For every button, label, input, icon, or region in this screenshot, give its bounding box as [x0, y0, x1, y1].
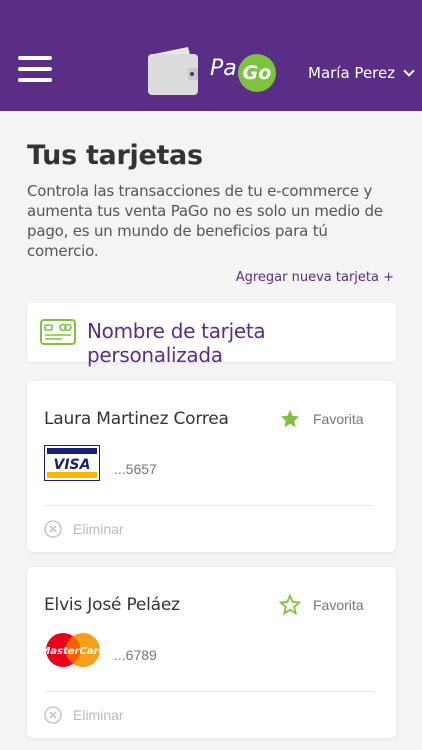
card-group-label: Nombre de tarjeta personalizada	[87, 319, 266, 367]
page-intro: Controla las transacciones de tu e-comme…	[27, 182, 383, 260]
star-filled-icon	[280, 409, 300, 428]
visa-brand-text: VISA	[54, 457, 91, 473]
mastercard-logo-icon: MasterCard	[44, 633, 102, 667]
mastercard-brand-text: MasterCard	[44, 646, 102, 657]
close-circle-icon	[44, 706, 62, 724]
page-title: Tus tarjetas	[27, 140, 203, 171]
divider	[44, 505, 374, 506]
favorite-label: Favorita	[313, 597, 364, 613]
card-item[interactable]: Elvis José Peláez Favorita MasterCard ..…	[27, 567, 396, 738]
card-holder-name: Laura Martinez Correa	[44, 409, 229, 429]
close-circle-icon	[44, 520, 62, 538]
favorite-label: Favorita	[313, 411, 364, 427]
remove-card-button[interactable]: Eliminar	[44, 706, 124, 724]
favorite-toggle[interactable]: Favorita	[279, 408, 364, 430]
card-item[interactable]: Laura Martinez Correa Favorita VISA ...5…	[27, 381, 396, 552]
remove-label: Eliminar	[73, 707, 124, 723]
add-card-link[interactable]: Agregar nueva tarjeta +	[236, 270, 394, 285]
card-holder-name: Elvis José Peláez	[44, 595, 180, 615]
chevron-down-icon	[403, 65, 415, 77]
user-name: María Perez	[308, 64, 396, 82]
wallet-icon	[148, 47, 198, 95]
credit-card-icon	[40, 319, 76, 345]
logo-text-pa: Pa	[210, 56, 237, 81]
pago-logo: Pa Go	[148, 46, 276, 96]
visa-logo-icon: VISA	[44, 445, 100, 481]
user-menu[interactable]: María Perez	[308, 64, 415, 82]
divider	[44, 691, 374, 692]
star-outline-icon	[279, 594, 301, 616]
card-last-digits: ...5657	[114, 461, 157, 477]
logo-text-go: Go	[238, 54, 276, 92]
app-header: Pa Go María Perez	[0, 0, 422, 111]
card-group-header: Nombre de tarjeta personalizada	[27, 303, 396, 367]
remove-card-button[interactable]: Eliminar	[44, 520, 124, 538]
hamburger-menu-icon[interactable]	[18, 56, 52, 82]
favorite-toggle[interactable]: Favorita	[279, 594, 364, 616]
card-last-digits: ...6789	[114, 647, 157, 663]
remove-label: Eliminar	[73, 521, 124, 537]
